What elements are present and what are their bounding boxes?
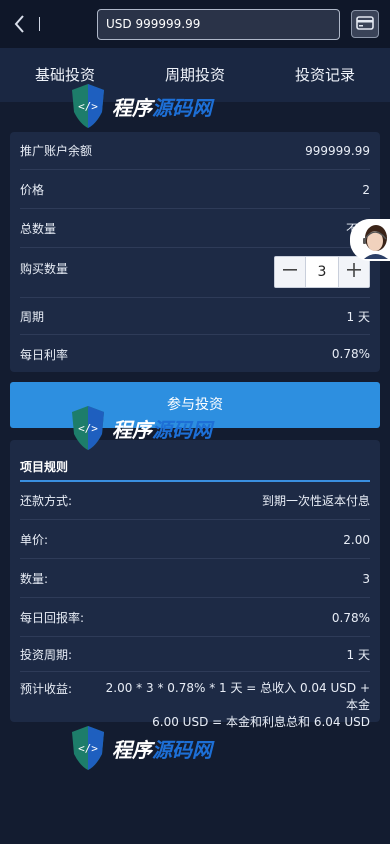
row-value: 2.00 xyxy=(343,532,370,547)
row-total-quantity: 总数量 不限 xyxy=(20,210,370,248)
quantity-stepper[interactable]: 3 xyxy=(274,256,370,288)
row-value: 999999.99 xyxy=(305,143,370,158)
svg-text:</>: </> xyxy=(78,742,98,755)
rules-title: 项目规则 xyxy=(20,460,69,474)
wallet-icon xyxy=(356,15,374,34)
row-value: 0.78% xyxy=(331,347,370,361)
plus-icon xyxy=(346,262,362,283)
wallet-button[interactable] xyxy=(351,10,379,38)
project-rules-card: 项目规则 还款方式: 到期一次性返本付息 单价: 2.00 数量: 3 每日回报… xyxy=(10,440,380,729)
row-label: 总数量 xyxy=(20,222,57,236)
estimated-income: 预计收益: 2.00 * 3 * 0.78% * 1 天 = 总收入 0.04 … xyxy=(20,680,370,731)
row-daily-rate: 每日利率 0.78% xyxy=(20,336,370,372)
row-value: 2 xyxy=(362,182,370,197)
tab-investment-records[interactable]: 投资记录 xyxy=(260,48,390,102)
row-value: 1 天 xyxy=(346,310,370,324)
row-label: 数量: xyxy=(20,572,49,586)
row-value: 到期一次性返本付息 xyxy=(261,494,370,508)
row-label: 还款方式: xyxy=(20,494,73,508)
row-label: 每日回报率: xyxy=(20,611,85,625)
rule-row-daily-return: 每日回报率: 0.78% xyxy=(20,599,370,637)
rule-row-unit-price: 单价: 2.00 xyxy=(20,521,370,559)
row-label: 周期 xyxy=(20,310,45,324)
row-value: 1 天 xyxy=(346,648,370,662)
watermark-text-2: 源码网 xyxy=(152,738,212,762)
row-label: 单价: xyxy=(20,533,49,547)
tab-bar: 基础投资 周期投资 投资记录 xyxy=(0,48,390,102)
investment-summary-card: 推广账户余额 999999.99 价格 2 总数量 不限 购买数量 3 周期 1… xyxy=(10,132,380,372)
tab-periodic-investment[interactable]: 周期投资 xyxy=(130,48,260,102)
chevron-left-icon[interactable] xyxy=(12,13,30,35)
rule-row-repayment: 还款方式: 到期一次性返本付息 xyxy=(20,482,370,520)
row-price: 价格 2 xyxy=(20,171,370,209)
row-label: 投资周期: xyxy=(20,648,73,662)
balance-display: USD 999999.99 xyxy=(97,9,340,40)
row-label: 每日利率 xyxy=(20,347,69,362)
estimate-line-1: 2.00 * 3 * 0.78% * 1 天 = 总收入 0.04 USD + … xyxy=(105,681,370,712)
minus-icon xyxy=(282,262,298,283)
row-value: 0.78% xyxy=(331,610,370,625)
rule-row-quantity: 数量: 3 xyxy=(20,560,370,598)
estimate-label: 预计收益: xyxy=(20,682,73,696)
row-label: 购买数量 xyxy=(20,262,69,276)
row-label: 推广账户余额 xyxy=(20,144,93,158)
row-period: 周期 1 天 xyxy=(20,299,370,335)
row-value: 3 xyxy=(362,571,370,586)
rule-row-period: 投资周期: 1 天 xyxy=(20,638,370,672)
customer-service-avatar[interactable] xyxy=(350,219,390,261)
watermark-text-1: 程序 xyxy=(112,738,152,762)
estimate-line-2: 6.00 USD = 本金和利息总和 6.04 USD xyxy=(152,715,370,729)
participate-invest-button[interactable]: 参与投资 xyxy=(10,382,380,428)
estimate-value: 2.00 * 3 * 0.78% * 1 天 = 总收入 0.04 USD + … xyxy=(98,680,370,731)
minus-button[interactable] xyxy=(275,257,305,287)
quantity-value[interactable]: 3 xyxy=(305,257,339,287)
header-divider xyxy=(39,17,40,31)
plus-button[interactable] xyxy=(339,257,369,287)
top-bar: USD 999999.99 xyxy=(0,0,390,48)
row-promo-balance: 推广账户余额 999999.99 xyxy=(20,132,370,170)
row-label: 价格 xyxy=(20,183,45,197)
tab-basic-investment[interactable]: 基础投资 xyxy=(0,48,130,102)
